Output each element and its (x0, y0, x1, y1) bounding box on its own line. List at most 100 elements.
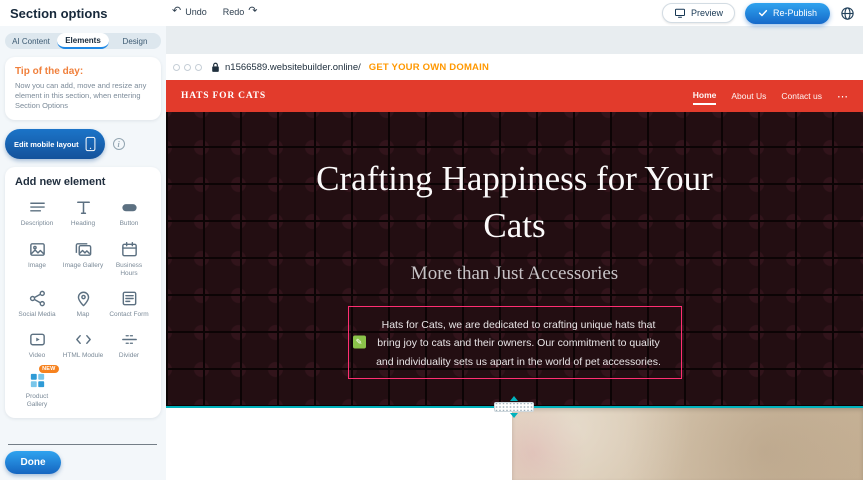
html-module-icon (74, 330, 93, 349)
tab-design[interactable]: Design (109, 33, 161, 49)
redo-button[interactable]: Redo ↷ (223, 6, 258, 17)
ai-content-icon[interactable]: ✎ (353, 336, 366, 349)
info-icon[interactable]: i (113, 138, 125, 150)
phone-icon (85, 136, 96, 152)
nav-item-home[interactable]: Home (693, 87, 717, 105)
preview-label: Preview (691, 8, 723, 18)
preview-button[interactable]: Preview (662, 3, 735, 23)
window-dot (195, 64, 202, 71)
element-item-business-hours[interactable]: Business Hours (107, 240, 151, 278)
hero-heading[interactable]: Crafting Happiness for Your Cats (300, 156, 730, 249)
undo-icon: ↶ (172, 6, 181, 17)
element-item-label: Divider (119, 352, 139, 360)
element-item-divider[interactable]: Divider (107, 330, 151, 360)
product-gallery-icon: NEW (28, 371, 47, 390)
tab-ai-content[interactable]: AI Content (5, 33, 57, 49)
nav-item-about-us[interactable]: About Us (731, 88, 766, 104)
browser-address-bar: n1566589.websitebuilder.online/ GET YOUR… (166, 54, 863, 80)
element-item-description[interactable]: Description (15, 198, 59, 228)
element-item-map[interactable]: Map (61, 289, 105, 319)
divider-icon (120, 330, 139, 349)
element-item-label: Social Media (18, 311, 55, 319)
history-controls: ↶ Undo Redo ↷ (172, 6, 257, 17)
element-item-image-gallery[interactable]: Image Gallery (61, 240, 105, 278)
nav-more-icon[interactable]: ⋯ (837, 90, 848, 103)
tip-card: Tip of the day: Now you can add, move an… (5, 57, 161, 120)
business-hours-icon (120, 240, 139, 259)
element-item-contact-form[interactable]: Contact Form (107, 289, 151, 319)
nav-item-contact-us[interactable]: Contact us (781, 88, 822, 104)
element-item-html-module[interactable]: HTML Module (61, 330, 105, 360)
edit-mobile-label: Edit mobile layout (14, 140, 79, 149)
next-section-image[interactable] (512, 408, 863, 480)
drag-dots-icon (494, 402, 534, 412)
element-item-label: Product Gallery (15, 393, 59, 409)
undo-label: Undo (185, 7, 207, 17)
builder-topbar: Section options ↶ Undo Redo ↷ Preview Re… (0, 0, 863, 26)
window-controls (173, 64, 202, 71)
element-item-heading[interactable]: Heading (61, 198, 105, 228)
contact-form-icon (120, 289, 139, 308)
image-gallery-icon (74, 240, 93, 259)
arrow-down-icon (510, 413, 518, 418)
republish-button[interactable]: Re-Publish (745, 3, 830, 24)
sidebar-divider (8, 444, 157, 445)
republish-label: Re-Publish (773, 8, 817, 18)
add-element-title: Add new element (15, 176, 151, 188)
tab-elements[interactable]: Elements (57, 33, 109, 49)
description-icon (28, 198, 47, 217)
site-logo[interactable]: HATS FOR CATS (181, 91, 266, 101)
redo-icon: ↷ (248, 6, 257, 17)
page-title: Section options (10, 6, 108, 21)
edit-mobile-layout-button[interactable]: Edit mobile layout (5, 129, 105, 159)
lock-icon (211, 62, 225, 73)
element-item-label: Image Gallery (63, 262, 103, 270)
element-item-label: Contact Form (109, 311, 148, 319)
selected-text-element[interactable]: ✎ Hats for Cats, we are dedicated to cra… (348, 306, 682, 379)
check-icon (758, 8, 768, 18)
element-item-video[interactable]: Video (15, 330, 59, 360)
element-item-label: Map (77, 311, 90, 319)
arrow-up-icon (510, 396, 518, 401)
element-item-button[interactable]: Button (107, 198, 151, 228)
element-item-product-gallery[interactable]: NEW Product Gallery (15, 371, 59, 409)
globe-icon (840, 6, 855, 21)
element-grid: Description Heading Button Image Image G… (15, 198, 151, 409)
add-element-card: Add new element Description Heading Butt… (5, 167, 161, 418)
tip-title: Tip of the day: (15, 66, 151, 77)
button-icon (120, 198, 139, 217)
mobile-layout-row: Edit mobile layout i (5, 129, 161, 159)
element-item-label: Description (21, 220, 54, 228)
sidebar-tabs: AI Content Elements Design (5, 33, 161, 49)
element-item-label: HTML Module (63, 352, 104, 360)
heading-icon (74, 198, 93, 217)
hero-subheading[interactable]: More than Just Accessories (411, 263, 618, 285)
element-item-label: Video (29, 352, 46, 360)
map-icon (74, 289, 93, 308)
hero-paragraph: Hats for Cats, we are dedicated to craft… (376, 319, 661, 367)
section-resize-handle[interactable] (494, 396, 534, 418)
element-item-image[interactable]: Image (15, 240, 59, 278)
new-badge: NEW (39, 365, 58, 373)
hero-section: Crafting Happiness for Your Cats More th… (166, 112, 863, 407)
language-globe-button[interactable] (840, 6, 855, 21)
element-item-label: Business Hours (107, 262, 151, 278)
element-item-label: Button (120, 220, 139, 228)
done-button[interactable]: Done (5, 451, 61, 474)
window-dot (173, 64, 180, 71)
element-item-label: Heading (71, 220, 95, 228)
site-url: n1566589.websitebuilder.online/ (225, 62, 361, 73)
site-header: HATS FOR CATS Home About Us Contact us ⋯ (166, 80, 863, 112)
site-preview: HATS FOR CATS Home About Us Contact us ⋯… (166, 80, 863, 480)
undo-button[interactable]: ↶ Undo (172, 6, 207, 17)
tip-body: Now you can add, move and resize any ele… (15, 81, 151, 111)
site-nav: Home About Us Contact us ⋯ (693, 87, 848, 105)
get-domain-link[interactable]: GET YOUR OWN DOMAIN (369, 62, 489, 73)
element-item-social-media[interactable]: Social Media (15, 289, 59, 319)
video-icon (28, 330, 47, 349)
element-item-label: Image (28, 262, 46, 270)
image-icon (28, 240, 47, 259)
topbar-actions: Preview Re-Publish (662, 2, 855, 24)
window-dot (184, 64, 191, 71)
redo-label: Redo (223, 7, 245, 17)
